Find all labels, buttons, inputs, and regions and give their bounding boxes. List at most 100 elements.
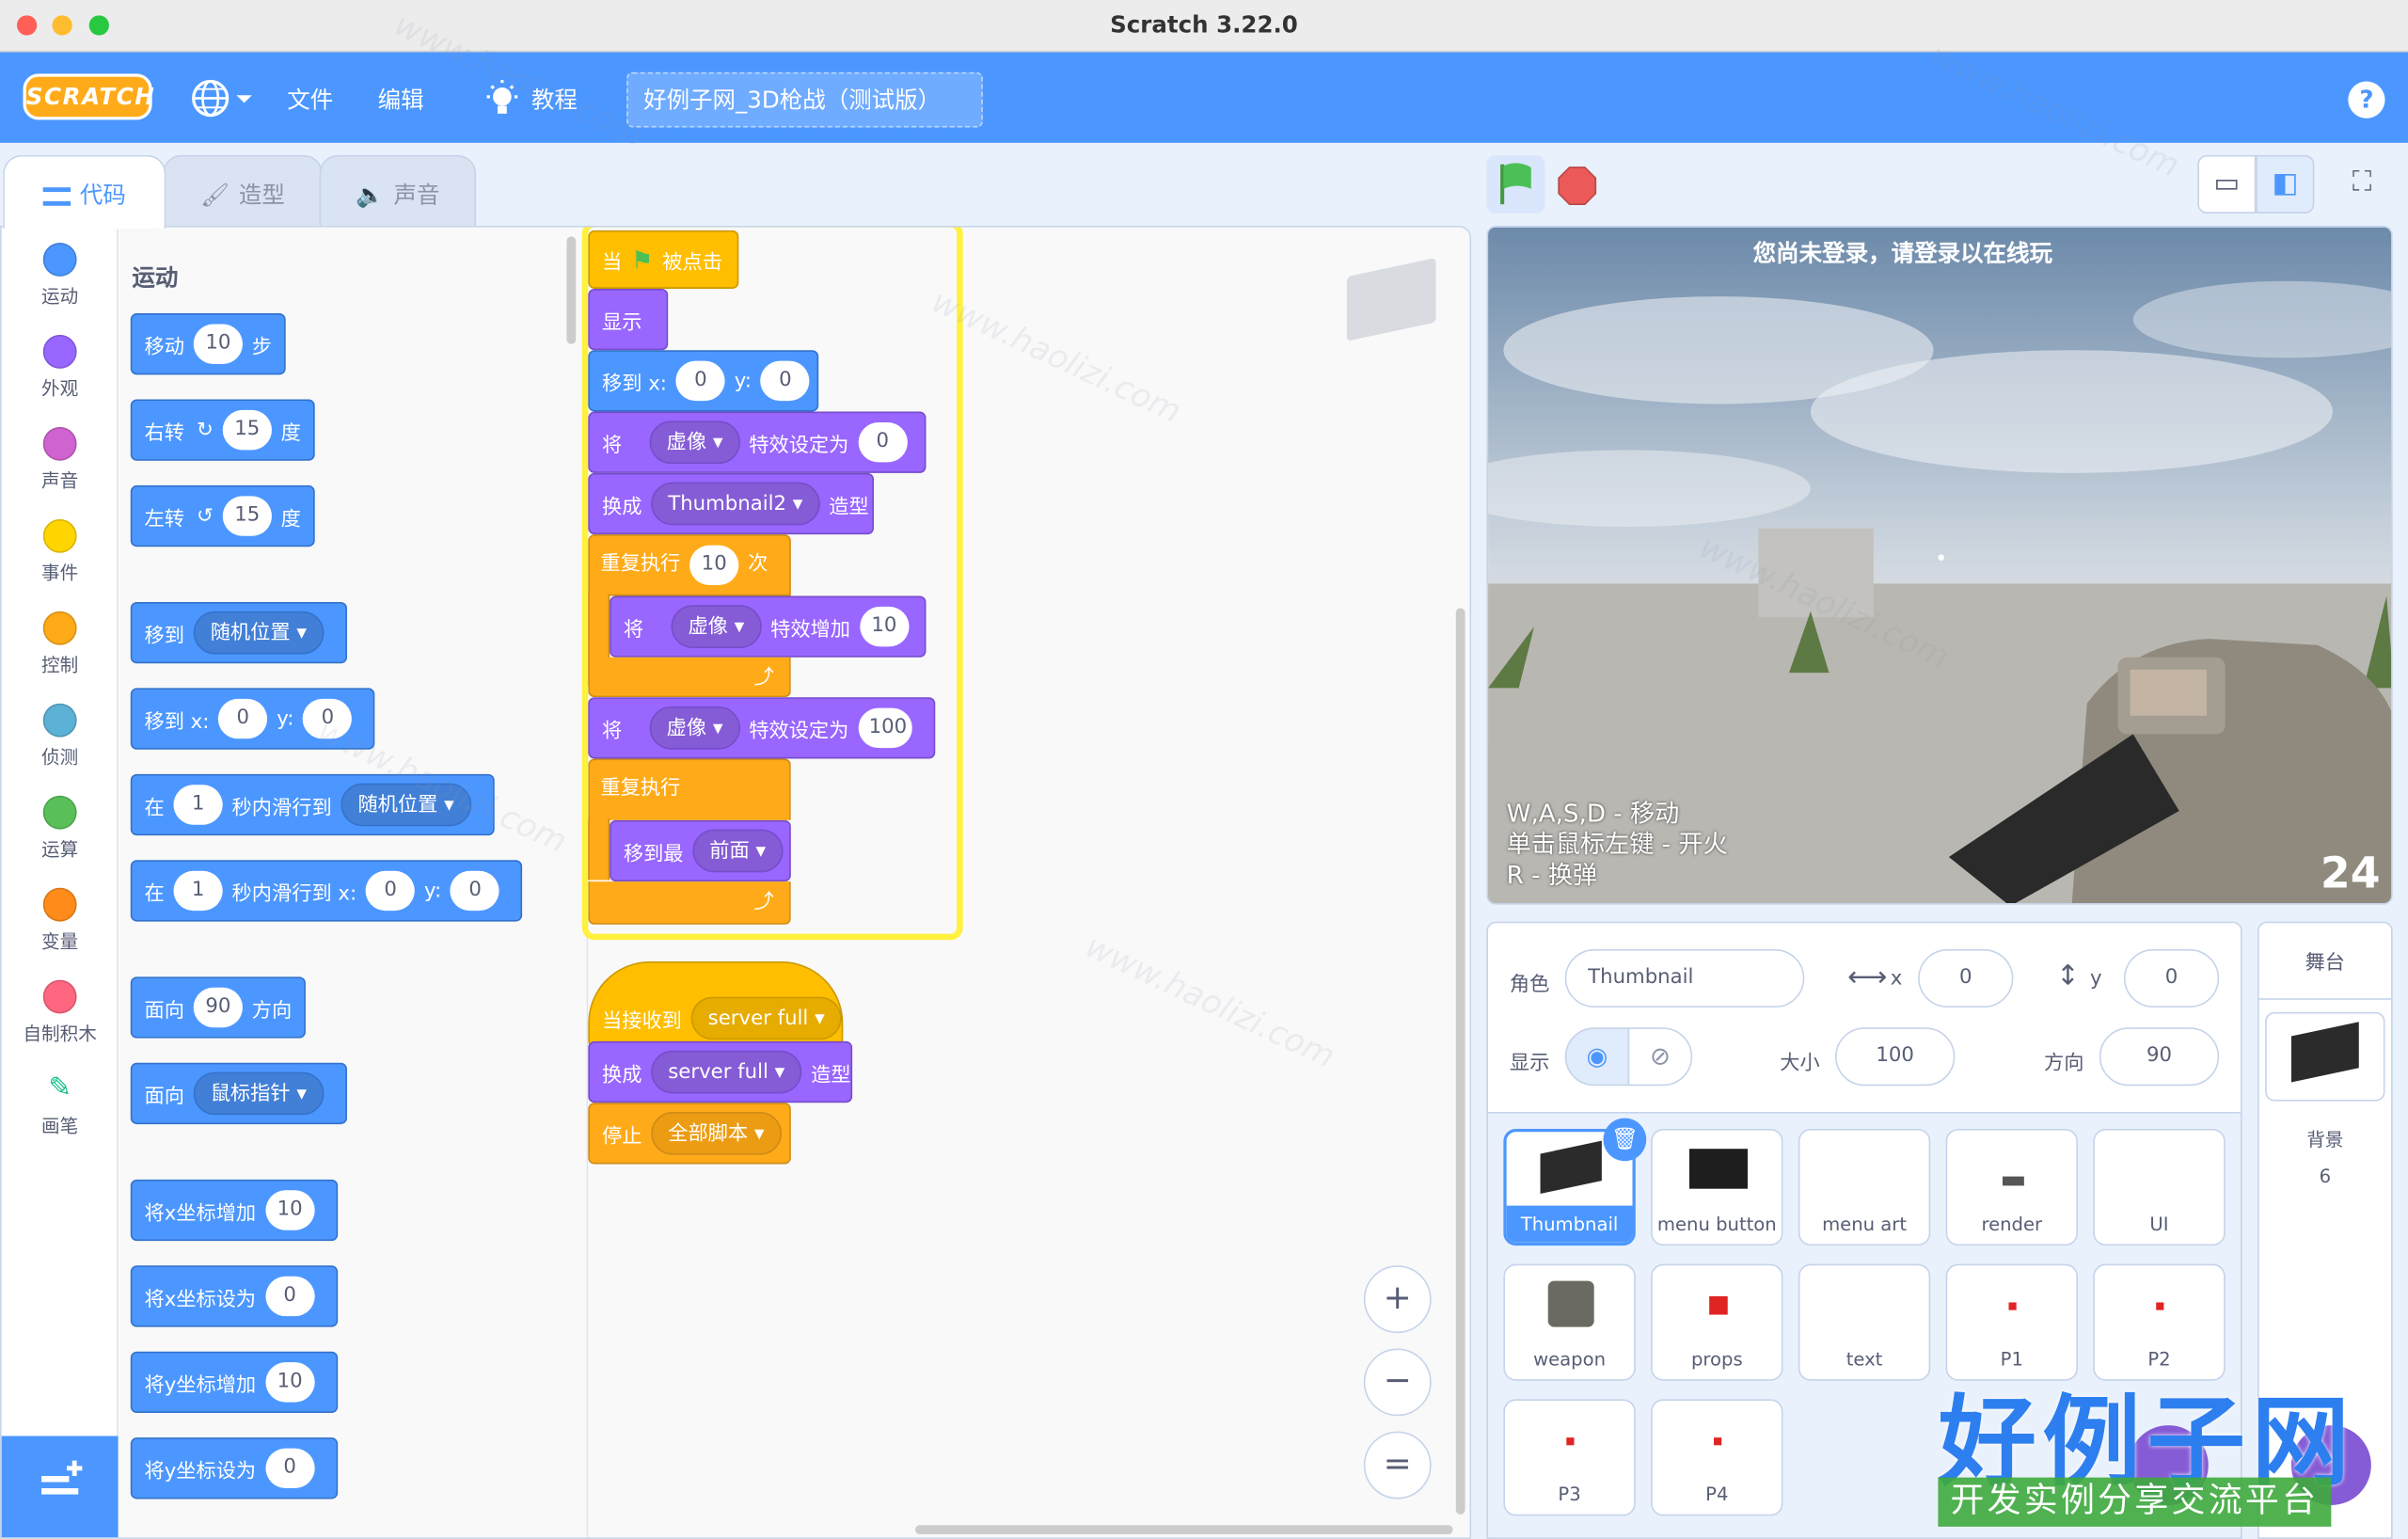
category-control[interactable]: 控制	[2, 611, 119, 677]
stop-button[interactable]	[1548, 155, 1607, 214]
fullscreen-button[interactable]: ⛶	[2331, 155, 2392, 214]
number-input[interactable]: 10	[859, 606, 910, 647]
number-input[interactable]: 10	[264, 1190, 315, 1230]
count-input[interactable]: 10	[689, 545, 739, 586]
sprite-tile-p3[interactable]: P3	[1503, 1399, 1636, 1516]
block-set-x[interactable]: 将x坐标设为 0	[130, 1265, 338, 1327]
seconds-input[interactable]: 1	[173, 870, 223, 912]
block-change-y[interactable]: 将y坐标增加 10	[130, 1351, 338, 1414]
sprite-tile-props[interactable]: props	[1651, 1263, 1783, 1381]
x-input[interactable]: 0	[365, 870, 416, 912]
block-goto[interactable]: 移到 随机位置 ▾	[130, 601, 347, 664]
target-dropdown[interactable]: 随机位置 ▾	[193, 611, 325, 655]
zoom-out-button[interactable]: −	[1363, 1348, 1432, 1417]
block-stop[interactable]: 停止 全部脚本 ▾	[588, 1103, 791, 1165]
sprite-tile-menu-art[interactable]: menu art	[1798, 1128, 1931, 1246]
block-goto-xy[interactable]: 移到 x: 0 y: 0	[588, 350, 819, 412]
category-pen[interactable]: ✎ 画笔	[2, 1072, 119, 1138]
y-input[interactable]: 0	[2123, 948, 2220, 1008]
block-point-direction[interactable]: 面向 90 方向	[130, 976, 306, 1039]
x-input[interactable]: 0	[675, 360, 725, 402]
tab-code[interactable]: 代码	[3, 154, 166, 230]
seconds-input[interactable]: 1	[173, 785, 223, 825]
effect-dropdown[interactable]: 虚像 ▾	[649, 420, 740, 465]
palette-scrollbar[interactable]	[566, 236, 577, 344]
block-show[interactable]: 显示	[588, 288, 669, 351]
category-events[interactable]: 事件	[2, 518, 119, 585]
show-hidden-button[interactable]: ⊘	[1627, 1027, 1693, 1087]
block-turn-right[interactable]: 右转 ↻ 15 度	[130, 399, 315, 461]
layer-dropdown[interactable]: 前面 ▾	[692, 829, 784, 873]
category-sensing[interactable]: 侦测	[2, 703, 119, 770]
target-dropdown[interactable]: 鼠标指针 ▾	[193, 1071, 325, 1116]
number-input[interactable]: 0	[264, 1276, 315, 1317]
zoom-in-button[interactable]: +	[1363, 1265, 1432, 1334]
vertical-scrollbar[interactable]	[1455, 608, 1465, 1515]
number-input[interactable]: 15	[222, 409, 272, 451]
message-dropdown[interactable]: server full ▾	[690, 996, 842, 1040]
x-input[interactable]: 0	[1918, 948, 2014, 1008]
horizontal-scrollbar[interactable]	[915, 1525, 1453, 1535]
y-input[interactable]: 0	[450, 870, 500, 912]
stage-thumbnail[interactable]	[2265, 1011, 2385, 1102]
block-go-to-layer[interactable]: 移到最 前面 ▾	[610, 819, 791, 882]
sprite-tile-menu-button[interactable]: menu button	[1651, 1128, 1783, 1246]
tab-sounds[interactable]: 🔈 声音	[319, 154, 477, 230]
large-stage-button[interactable]: ◧	[2256, 154, 2315, 214]
y-input[interactable]: 0	[760, 360, 810, 402]
edit-menu[interactable]: 编辑	[378, 83, 424, 117]
small-stage-button[interactable]: ▭	[2197, 154, 2257, 214]
block-switch-costume[interactable]: 换成 Thumbnail2 ▾ 造型	[588, 472, 874, 535]
stop-dropdown[interactable]: 全部脚本 ▾	[651, 1112, 782, 1155]
block-set-y[interactable]: 将y坐标设为 0	[130, 1437, 338, 1499]
size-input[interactable]: 100	[1835, 1027, 1956, 1087]
sprite-tile-render[interactable]: render	[1945, 1128, 2078, 1246]
block-point-towards[interactable]: 面向 鼠标指针 ▾	[130, 1062, 347, 1125]
sprite-tile-p4[interactable]: P4	[1651, 1399, 1783, 1516]
green-flag-button[interactable]	[1486, 154, 1545, 214]
block-set-effect[interactable]: 将 虚像 ▾ 特效设定为 100	[588, 697, 936, 759]
direction-input[interactable]: 90	[2099, 1027, 2220, 1087]
show-visible-button[interactable]: ◉	[1564, 1027, 1630, 1087]
category-looks[interactable]: 外观	[2, 334, 119, 401]
number-input[interactable]: 10	[264, 1362, 315, 1403]
block-turn-left[interactable]: 左转 ↺ 15 度	[130, 484, 315, 547]
stage-canvas[interactable]: 您尚未登录，请登录以在线玩 W,A,S,D - 移动 单击鼠标左键 - 开火 R…	[1486, 225, 2393, 905]
sprite-tile-weapon[interactable]: weapon	[1503, 1263, 1636, 1381]
effect-dropdown[interactable]: 虚像 ▾	[649, 706, 740, 750]
zoom-reset-button[interactable]: =	[1363, 1431, 1432, 1499]
block-move-steps[interactable]: 移动 10 步	[130, 313, 286, 375]
block-switch-costume[interactable]: 换成 server full ▾ 造型	[588, 1040, 853, 1103]
number-input[interactable]: 0	[858, 421, 908, 463]
help-icon[interactable]: ?	[2348, 81, 2385, 119]
category-motion[interactable]: 运动	[2, 242, 119, 309]
number-input[interactable]: 10	[193, 324, 243, 364]
language-menu[interactable]	[190, 77, 255, 120]
block-when-flag-clicked[interactable]: 当 ⚑ 被点击	[588, 230, 739, 289]
sprite-tile-ui[interactable]: UI	[2093, 1128, 2226, 1246]
block-change-effect[interactable]: 将 虚像 ▾ 特效增加 10	[610, 595, 927, 658]
block-set-effect[interactable]: 将 虚像 ▾ 特效设定为 0	[588, 411, 927, 473]
costume-dropdown[interactable]: server full ▾	[651, 1050, 802, 1094]
tab-costumes[interactable]: 🖌 造型	[163, 154, 323, 230]
effect-dropdown[interactable]: 虚像 ▾	[671, 605, 762, 648]
x-input[interactable]: 0	[218, 698, 268, 739]
scratch-logo[interactable]: SCRATCH	[23, 73, 154, 120]
category-sound[interactable]: 声音	[2, 426, 119, 493]
add-extension-button[interactable]	[1, 1436, 119, 1538]
sprite-tile-text[interactable]: text	[1798, 1263, 1931, 1381]
category-operators[interactable]: 运算	[2, 795, 119, 862]
block-glide-xy[interactable]: 在 1 秒内滑行到 x: 0 y: 0	[130, 860, 523, 922]
project-title-input[interactable]: 好例子网_3D枪战（测试版）	[626, 71, 983, 128]
block-when-receive[interactable]: 当接收到 server full ▾	[588, 961, 844, 1048]
costume-dropdown[interactable]: Thumbnail2 ▾	[651, 482, 820, 526]
sprite-name-input[interactable]: Thumbnail	[1564, 948, 1805, 1008]
number-input[interactable]: 0	[264, 1448, 315, 1489]
number-input[interactable]: 100	[858, 707, 912, 749]
category-variables[interactable]: 变量	[2, 887, 119, 954]
number-input[interactable]: 15	[222, 496, 272, 536]
block-change-x[interactable]: 将x坐标增加 10	[130, 1179, 338, 1242]
category-my-blocks[interactable]: 自制积木	[2, 979, 119, 1046]
delete-sprite-button[interactable]: 🗑	[1603, 1118, 1647, 1162]
direction-input[interactable]: 90	[193, 987, 243, 1028]
